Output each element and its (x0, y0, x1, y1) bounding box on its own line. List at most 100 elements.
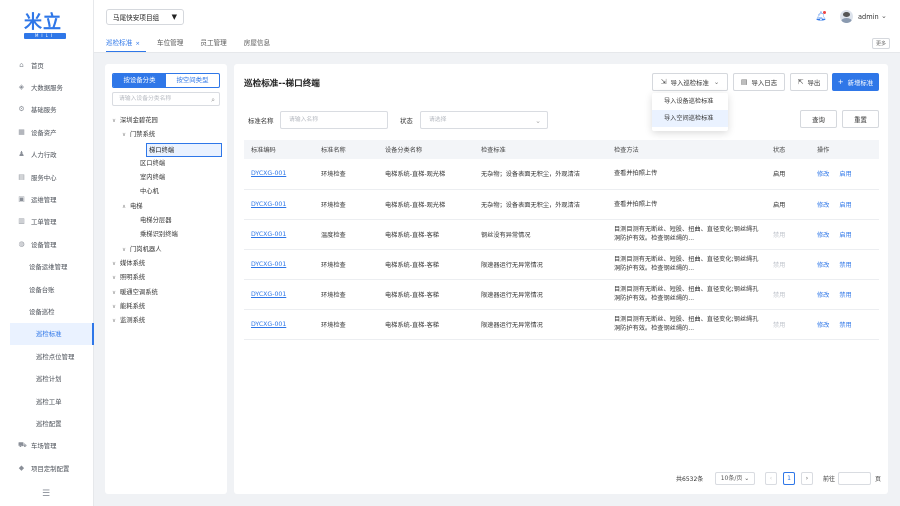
car-icon: ⛟ (18, 441, 27, 450)
project-select[interactable]: 马尾快安项目组 ▼ (106, 9, 184, 25)
edit-link[interactable]: 修改 (817, 171, 829, 178)
search-icon[interactable]: ⌕ (211, 94, 215, 106)
nav-item-16[interactable]: 巡检配置 (0, 412, 94, 434)
nav-item-14[interactable]: 巡检计划 (0, 367, 94, 389)
tree-node[interactable]: ∨ 门岗机器人 (112, 243, 222, 257)
bell-icon[interactable]: 🔔︎ (815, 11, 826, 22)
goto-page-input[interactable] (838, 472, 871, 485)
nav-item-11[interactable]: 设备巡检 (0, 300, 94, 322)
by-device-category-tab[interactable]: 按设备分类 (113, 74, 166, 87)
tree-node[interactable]: ∧ 电梯 (112, 200, 222, 214)
tree-node[interactable]: ∨ 深圳金碧花园 (112, 114, 222, 128)
chevron-icon[interactable]: ∨ (112, 300, 120, 314)
import-standard-button[interactable]: ⇲ 导入巡检标准 ⌄ (652, 73, 728, 91)
nav-item-15[interactable]: 巡检工单 (0, 390, 94, 412)
status-cell: 启用 (766, 189, 810, 220)
nav-item-3[interactable]: ▦ 设备资产 (0, 121, 94, 143)
nav-item-18[interactable]: ◆ 项目定制配置 (0, 457, 94, 479)
edit-link[interactable]: 修改 (817, 202, 829, 209)
chevron-icon[interactable]: ∨ (112, 314, 120, 328)
tree-node[interactable]: 中心机 (112, 185, 222, 199)
edit-link[interactable]: 修改 (817, 322, 829, 329)
tree-node[interactable]: 乘梯识别终端 (112, 228, 222, 242)
standard-name-cell: 环境检查 (314, 189, 378, 220)
tree-node[interactable]: ∨ 照明系统 (112, 271, 222, 285)
standard-code-link[interactable]: DYCXG-001 (244, 219, 314, 250)
table-row: DYCXG-001 环境检查 电梯系统-直梯-观光梯 无杂物；设备表面无积尘，外观清洁… (244, 189, 879, 220)
status-select[interactable]: 请选择 ⌄ (420, 111, 548, 129)
nav-item-6[interactable]: ▣ 运维管理 (0, 188, 94, 210)
tab-1[interactable]: 车位管理 (157, 34, 183, 52)
nav-item-12[interactable]: 巡检标准 (10, 322, 94, 346)
nav-item-10[interactable]: 设备台账 (0, 278, 94, 300)
tree-node[interactable]: 区口终端 (112, 157, 222, 171)
tab-3[interactable]: 房屋信息 (244, 34, 270, 52)
home-icon: ⌂ (19, 60, 24, 69)
toggle-link[interactable]: 启用 (839, 171, 851, 178)
tree-node[interactable]: ∨ 门禁系统 (112, 128, 222, 142)
nav-item-8[interactable]: ◍ 设备管理 (0, 233, 94, 255)
nav-item-7[interactable]: ▥ 工单管理 (0, 211, 94, 233)
tree-node[interactable]: ∨ 暖通空调系统 (112, 286, 222, 300)
tree-node[interactable]: ∨ 媒体系统 (112, 257, 222, 271)
tree-node[interactable]: 室内终端 (112, 171, 222, 185)
edit-link[interactable]: 修改 (817, 292, 829, 299)
chevron-down-icon[interactable]: ⌄ (881, 12, 887, 20)
current-page-button[interactable]: 1 (783, 472, 795, 485)
standard-name-input[interactable]: 请输入名称 (280, 111, 388, 129)
toggle-link[interactable]: 启用 (839, 232, 851, 239)
standard-code-link[interactable]: DYCXG-001 (244, 309, 314, 340)
tree-node[interactable]: 梯口终端 (146, 142, 222, 157)
tab-2[interactable]: 员工管理 (200, 34, 226, 52)
close-icon[interactable]: × (135, 41, 140, 47)
export-button[interactable]: ⇱ 导出 (790, 73, 828, 91)
nav-item-0[interactable]: ⌂ 首页 (0, 54, 94, 76)
reset-button[interactable]: 重置 (842, 110, 879, 128)
tab-0[interactable]: 巡检标准 × (106, 34, 146, 52)
toggle-link[interactable]: 启用 (839, 202, 851, 209)
query-button[interactable]: 查询 (800, 110, 837, 128)
toggle-link[interactable]: 禁用 (839, 292, 851, 299)
import-log-button[interactable]: ▤ 导入日志 (733, 73, 785, 91)
collapse-menu-icon[interactable]: ☰ (42, 489, 50, 499)
edit-link[interactable]: 修改 (817, 232, 829, 239)
nav-item-4[interactable]: ♟ 人力行政 (0, 144, 94, 166)
nav-item-5[interactable]: ▤ 服务中心 (0, 166, 94, 188)
chevron-icon[interactable]: ∨ (112, 114, 120, 128)
nav-item-9[interactable]: 设备运维管理 (0, 256, 94, 278)
nav-item-2[interactable]: ⚙ 基础服务 (0, 99, 94, 121)
avatar[interactable] (840, 10, 853, 23)
category-cell: 电梯系统-直梯-客梯 (378, 279, 474, 310)
standard-code-link[interactable]: DYCXG-001 (244, 159, 314, 190)
next-page-button[interactable]: › (801, 472, 813, 485)
toggle-link[interactable]: 禁用 (839, 262, 851, 269)
tree-node[interactable]: 电梯分层器 (112, 214, 222, 228)
standard-code-link[interactable]: DYCXG-001 (244, 249, 314, 280)
import-device-standard-option[interactable]: 导入设备巡检标准 (652, 93, 728, 110)
chevron-icon[interactable]: ∧ (122, 200, 130, 214)
more-tabs-button[interactable]: 更多 (871, 38, 890, 49)
page-size-select[interactable]: 10条/页 ⌄ (715, 472, 755, 485)
standard-code-link[interactable]: DYCXG-001 (244, 189, 314, 220)
tree-node[interactable]: ∨ 监测系统 (112, 314, 222, 328)
chevron-icon[interactable]: ∨ (112, 271, 120, 285)
standard-code-link[interactable]: DYCXG-001 (244, 279, 314, 310)
chevron-icon[interactable]: ∨ (112, 286, 120, 300)
nav-item-17[interactable]: ⛟ 车场管理 (0, 435, 94, 457)
import-space-standard-option[interactable]: 导入空间巡检标准 (652, 110, 728, 127)
toggle-link[interactable]: 禁用 (839, 322, 851, 329)
edit-link[interactable]: 修改 (817, 262, 829, 269)
status-cell: 禁用 (766, 219, 810, 250)
prev-page-button[interactable]: ‹ (765, 472, 777, 485)
chevron-icon[interactable]: ∨ (122, 243, 130, 257)
chevron-icon[interactable]: ∨ (112, 257, 120, 271)
username[interactable]: admin (858, 13, 879, 21)
nav-item-1[interactable]: ◈ 大数据服务 (0, 76, 94, 98)
tree-node[interactable]: ∨ 能耗系统 (112, 300, 222, 314)
by-space-type-tab[interactable]: 按空间类型 (166, 74, 219, 87)
add-standard-button[interactable]: + 新增标准 (832, 73, 879, 91)
category-search-input[interactable]: 请输入设备分类名称 ⌕ (112, 92, 220, 106)
nav-item-13[interactable]: 巡检点位管理 (0, 345, 94, 367)
tree-node-label: 门禁系统 (130, 131, 156, 139)
chevron-icon[interactable]: ∨ (122, 128, 130, 142)
